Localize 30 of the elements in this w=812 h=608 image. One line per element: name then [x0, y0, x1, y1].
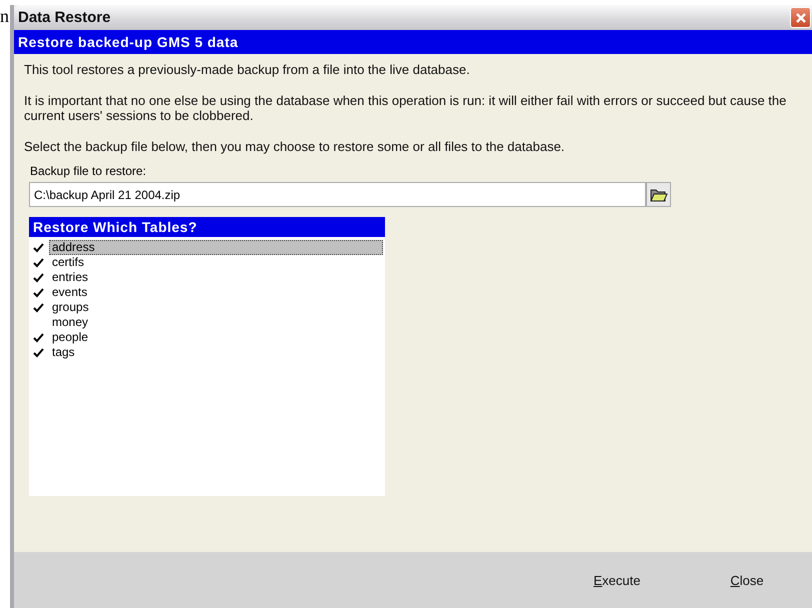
header-title: Restore backed-up GMS 5 data	[18, 34, 238, 50]
background-text: n	[0, 6, 9, 27]
table-item[interactable]: groups	[49, 300, 383, 315]
table-item[interactable]: money	[49, 315, 383, 330]
description-text: Select the backup file below, then you may choose to restore some or all files to the database.	[24, 139, 566, 154]
table-item[interactable]: people	[49, 330, 383, 345]
check-icon[interactable]	[33, 272, 44, 282]
dialog-button[interactable]: Execute	[572, 568, 662, 592]
check-icon[interactable]	[33, 258, 44, 268]
panel-title: Restore Which Tables?	[33, 219, 198, 235]
table-item[interactable]: entries	[49, 270, 383, 285]
check-icon[interactable]	[33, 332, 44, 342]
table-item[interactable]: events	[49, 285, 383, 300]
close-icon	[794, 12, 806, 24]
description-text: It is important that no one else be using the database when this operation is run: it will either fail with errors or succeed but cause the current users' sessions to be clobbered.	[24, 93, 788, 123]
description-text: This tool restores a previously-made backup from a file into the live database.	[24, 62, 471, 77]
window-title: Data Restore	[18, 9, 111, 26]
folder-icon	[650, 186, 668, 202]
table-item[interactable]: tags	[49, 345, 383, 360]
table-item[interactable]: address	[49, 240, 383, 255]
browse-button[interactable]	[646, 182, 671, 207]
file-path-field[interactable]: C:\backup April 21 2004.zip	[29, 182, 646, 207]
check-icon[interactable]	[33, 348, 44, 358]
check-icon[interactable]	[33, 242, 44, 252]
close-button[interactable]	[790, 7, 811, 28]
check-icon[interactable]	[33, 288, 44, 298]
check-icon[interactable]	[33, 302, 44, 312]
table-item[interactable]: certifs	[49, 255, 383, 270]
field-label: Backup file to restore:	[30, 164, 148, 178]
dialog-button[interactable]: Close	[702, 568, 792, 592]
